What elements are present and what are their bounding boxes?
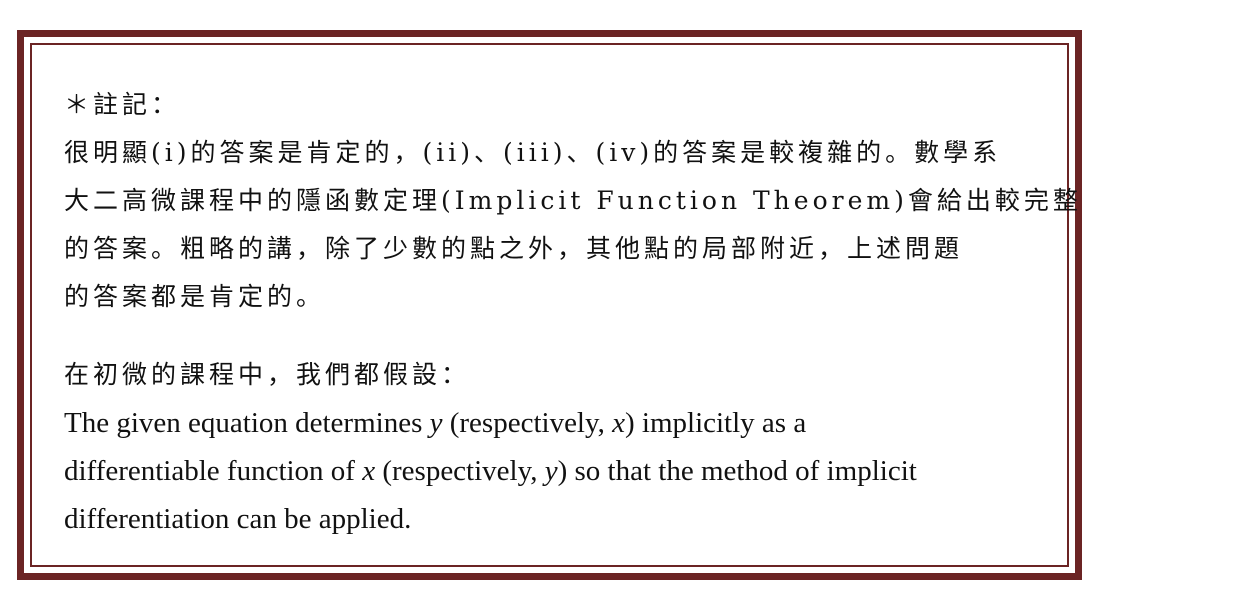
- text-fragment: (respectively,: [375, 455, 545, 487]
- text-fragment: differentiable function of: [64, 455, 363, 487]
- variable: y: [429, 407, 443, 439]
- text-fragment: ) implicitly as a: [624, 407, 807, 439]
- assumption-intro: 在初微的課程中，我們都假設：: [64, 360, 471, 389]
- note-paragraph-1: ＊註記： 很明顯(i)的答案是肯定的，(ii)、(iii)、(iv)的答案是較複…: [64, 81, 1082, 321]
- text-fragment: The given equation determines: [64, 407, 430, 439]
- text-fragment: ) so that the method of implicit: [557, 455, 917, 487]
- note-line: 很明顯(i)的答案是肯定的，(ii)、(iii)、(iv)的答案是較複雜的。數學…: [64, 138, 1002, 167]
- note-content: ＊註記： 很明顯(i)的答案是肯定的，(ii)、(iii)、(iv)的答案是較複…: [64, 81, 1082, 543]
- variable: x: [362, 455, 376, 487]
- assumption-line: differentiable function of x (respective…: [64, 447, 1054, 495]
- note-heading: ＊註記：: [64, 90, 181, 119]
- assumption-line: differentiation can be applied.: [64, 503, 412, 535]
- note-line: 的答案。粗略的講，除了少數的點之外，其他點的局部附近，上述問題: [64, 234, 964, 263]
- note-box: ＊註記： 很明顯(i)的答案是肯定的，(ii)、(iii)、(iv)的答案是較複…: [17, 30, 1082, 580]
- note-line: 大二高微課程中的隱函數定理(Implicit Function Theorem)…: [64, 186, 1082, 215]
- assumption-line: The given equation determines y (respect…: [64, 399, 1054, 447]
- variable: y: [544, 455, 558, 487]
- note-paragraph-2: 在初微的課程中，我們都假設： The given equation determ…: [64, 351, 1054, 543]
- variable: x: [612, 407, 625, 439]
- text-fragment: (respectively,: [442, 407, 613, 439]
- note-line: 的答案都是肯定的。: [64, 282, 326, 311]
